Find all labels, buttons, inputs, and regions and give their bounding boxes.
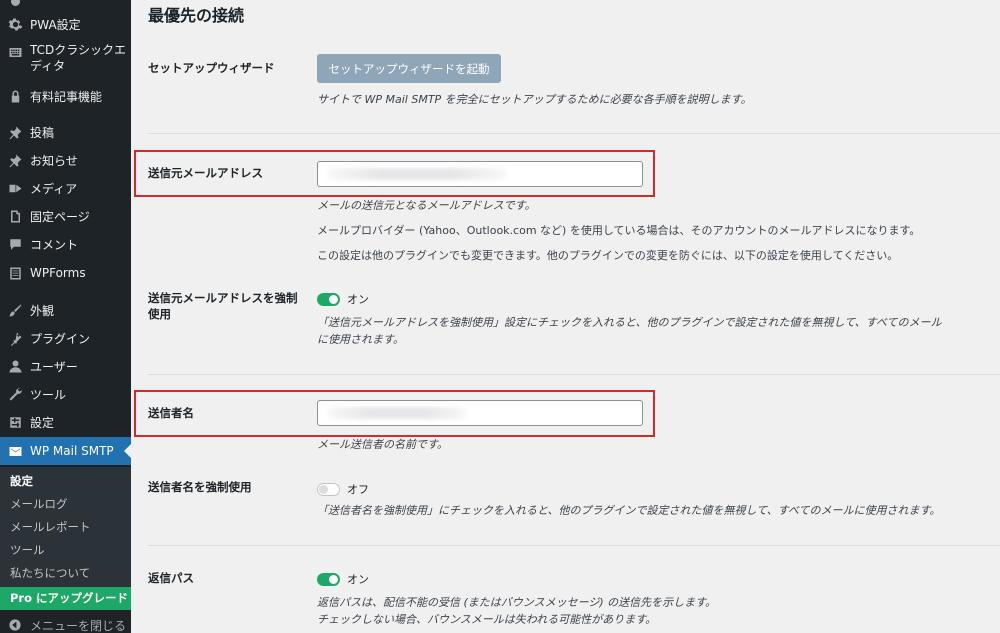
sidebar-item-label: TCDクラシックエディタ bbox=[30, 43, 127, 73]
sidebar-item-pwa[interactable]: PWA設定 bbox=[0, 10, 131, 38]
submenu-item-about[interactable]: 私たちについて bbox=[10, 563, 90, 583]
sidebar-item-label: 設定 bbox=[30, 415, 55, 430]
brush-icon bbox=[7, 302, 23, 318]
toggle-state-label: オン bbox=[347, 573, 369, 586]
sidebar-item-label: 有料記事機能 bbox=[30, 89, 103, 104]
sidebar-item-label: 投稿 bbox=[30, 125, 55, 140]
force-from-email-label: 送信元メールアドレスを強制 使用 bbox=[148, 291, 298, 321]
submenu-item-tools[interactable]: ツール bbox=[10, 540, 45, 560]
divider bbox=[148, 133, 1000, 134]
from-email-label: 送信元メールアドレス bbox=[148, 166, 263, 180]
sidebar-item-tools[interactable]: ツール bbox=[0, 380, 131, 408]
section-title: 最優先の接続 bbox=[148, 6, 245, 25]
sidebar-item-settings[interactable]: 設定 bbox=[0, 408, 131, 436]
sidebar-item-wp-mail-smtp[interactable]: WP Mail SMTP bbox=[0, 437, 131, 465]
sidebar-item-label: メディア bbox=[30, 181, 78, 196]
sidebar-item-label: PWA設定 bbox=[30, 17, 81, 32]
comment-icon bbox=[7, 236, 23, 252]
sidebar-item-plugins[interactable]: プラグイン bbox=[0, 324, 131, 352]
sidebar-item-news[interactable]: お知らせ bbox=[0, 146, 131, 174]
return-path-description: 返信パスは、配信不能の受信 (またはバウンスメッセージ) の送信先を示します。 … bbox=[317, 596, 717, 626]
sidebar-item-label: WPForms bbox=[30, 266, 86, 280]
from-email-description-2: メールプロバイダー (Yahoo、Outlook.com など) を使用している… bbox=[317, 224, 921, 237]
submenu-item-email-reports[interactable]: メールレポート bbox=[10, 517, 91, 537]
gear-icon bbox=[7, 16, 23, 32]
return-path-label: 返信パス bbox=[148, 571, 194, 585]
collapse-menu-label: メニューを閉じる bbox=[30, 618, 127, 633]
submenu-item-settings[interactable]: 設定 bbox=[10, 471, 33, 491]
sidebar-item-label: 外観 bbox=[30, 303, 55, 318]
sidebar-item-label: お知らせ bbox=[30, 153, 78, 168]
collapse-menu-button[interactable]: メニューを閉じる bbox=[0, 613, 131, 633]
media-icon bbox=[7, 180, 23, 196]
lock-icon bbox=[7, 88, 23, 104]
sidebar-item-label: コメント bbox=[30, 237, 79, 252]
redacted-name-blur bbox=[327, 407, 467, 419]
force-from-email-toggle[interactable]: オン bbox=[317, 291, 369, 307]
form-icon bbox=[7, 265, 23, 281]
submenu-item-email-log[interactable]: メールログ bbox=[10, 494, 68, 514]
sidebar-item-users[interactable]: ユーザー bbox=[0, 352, 131, 380]
toggle-switch-off[interactable] bbox=[317, 482, 340, 496]
sidebar-item-media[interactable]: メディア bbox=[0, 174, 131, 202]
sidebar-item-comments[interactable]: コメント bbox=[0, 230, 131, 258]
launch-setup-wizard-button[interactable]: セットアップウィザードを起動 bbox=[317, 54, 501, 83]
toggle-state-label: オフ bbox=[347, 483, 369, 496]
sidebar-item-label: WP Mail SMTP bbox=[30, 444, 114, 458]
settings-content: 最優先の接続 セットアップウィザード セットアップウィザードを起動 サイトで W… bbox=[131, 0, 1000, 633]
force-from-email-description: 「送信元メールアドレスを強制使用」設定にチェックを入れると、他のプラグインで設定… bbox=[317, 316, 942, 346]
settings-icon bbox=[7, 414, 23, 430]
page-icon bbox=[7, 208, 23, 224]
from-email-description-3: この設定は他のプラグインでも変更できます。他のプラグインでの変更を防ぐには、以下… bbox=[317, 249, 899, 262]
sidebar-item-label: プラグイン bbox=[30, 331, 91, 346]
force-from-name-label: 送信者名を強制使用 bbox=[148, 480, 252, 494]
pro-upgrade-link[interactable]: Pro にアップグレード bbox=[0, 587, 131, 610]
setup-wizard-label: セットアップウィザード bbox=[148, 61, 275, 75]
sidebar-item-posts[interactable]: 投稿 bbox=[0, 118, 131, 146]
sidebar-item-pages[interactable]: 固定ページ bbox=[0, 202, 131, 230]
keyboard-icon bbox=[7, 44, 23, 60]
toggle-switch-on[interactable] bbox=[317, 572, 340, 586]
divider bbox=[148, 374, 1000, 375]
setup-wizard-description: サイトで WP Mail SMTP を完全にセットアップするために必要な各手順を… bbox=[317, 93, 752, 106]
toggle-switch-on[interactable] bbox=[317, 292, 340, 306]
sidebar-item-paid-articles[interactable]: 有料記事機能 bbox=[0, 82, 131, 110]
redacted-email-blur bbox=[327, 168, 507, 180]
sidebar-item-label: ユーザー bbox=[30, 359, 78, 374]
sidebar-item-tcd-classic-editor[interactable]: TCDクラシックエディタ bbox=[0, 40, 131, 82]
sidebar-item-label: 固定ページ bbox=[30, 209, 90, 224]
divider bbox=[148, 545, 1000, 546]
pin-icon bbox=[7, 152, 23, 168]
plugin-icon bbox=[7, 330, 23, 346]
sidebar-item-wpforms[interactable]: WPForms bbox=[0, 259, 131, 287]
gear-icon bbox=[7, 0, 23, 8]
return-path-toggle[interactable]: オン bbox=[317, 571, 369, 587]
collapse-arrow-icon bbox=[7, 617, 23, 633]
from-name-label: 送信者名 bbox=[148, 406, 194, 420]
toggle-state-label: オン bbox=[347, 293, 369, 306]
sidebar-item-label: ツール bbox=[30, 387, 67, 402]
mail-icon bbox=[7, 443, 23, 459]
pin-icon bbox=[7, 124, 23, 140]
sidebar-item-partial[interactable] bbox=[0, 0, 131, 8]
sidebar-item-appearance[interactable]: 外観 bbox=[0, 296, 131, 324]
user-icon bbox=[7, 358, 23, 374]
force-from-name-toggle[interactable]: オフ bbox=[317, 481, 369, 497]
wrench-icon bbox=[7, 386, 23, 402]
force-from-name-description: 「送信者名を強制使用」にチェックを入れると、他のプラグインで設定された値を無視し… bbox=[317, 504, 941, 517]
from-email-description-1: メールの送信元となるメールアドレスです。 bbox=[317, 199, 536, 212]
admin-sidebar: PWA設定 TCDクラシックエディタ 有料記事機能 投稿 お知らせ メディア 固… bbox=[0, 0, 131, 633]
from-name-description: メール送信者の名前です。 bbox=[317, 438, 448, 451]
